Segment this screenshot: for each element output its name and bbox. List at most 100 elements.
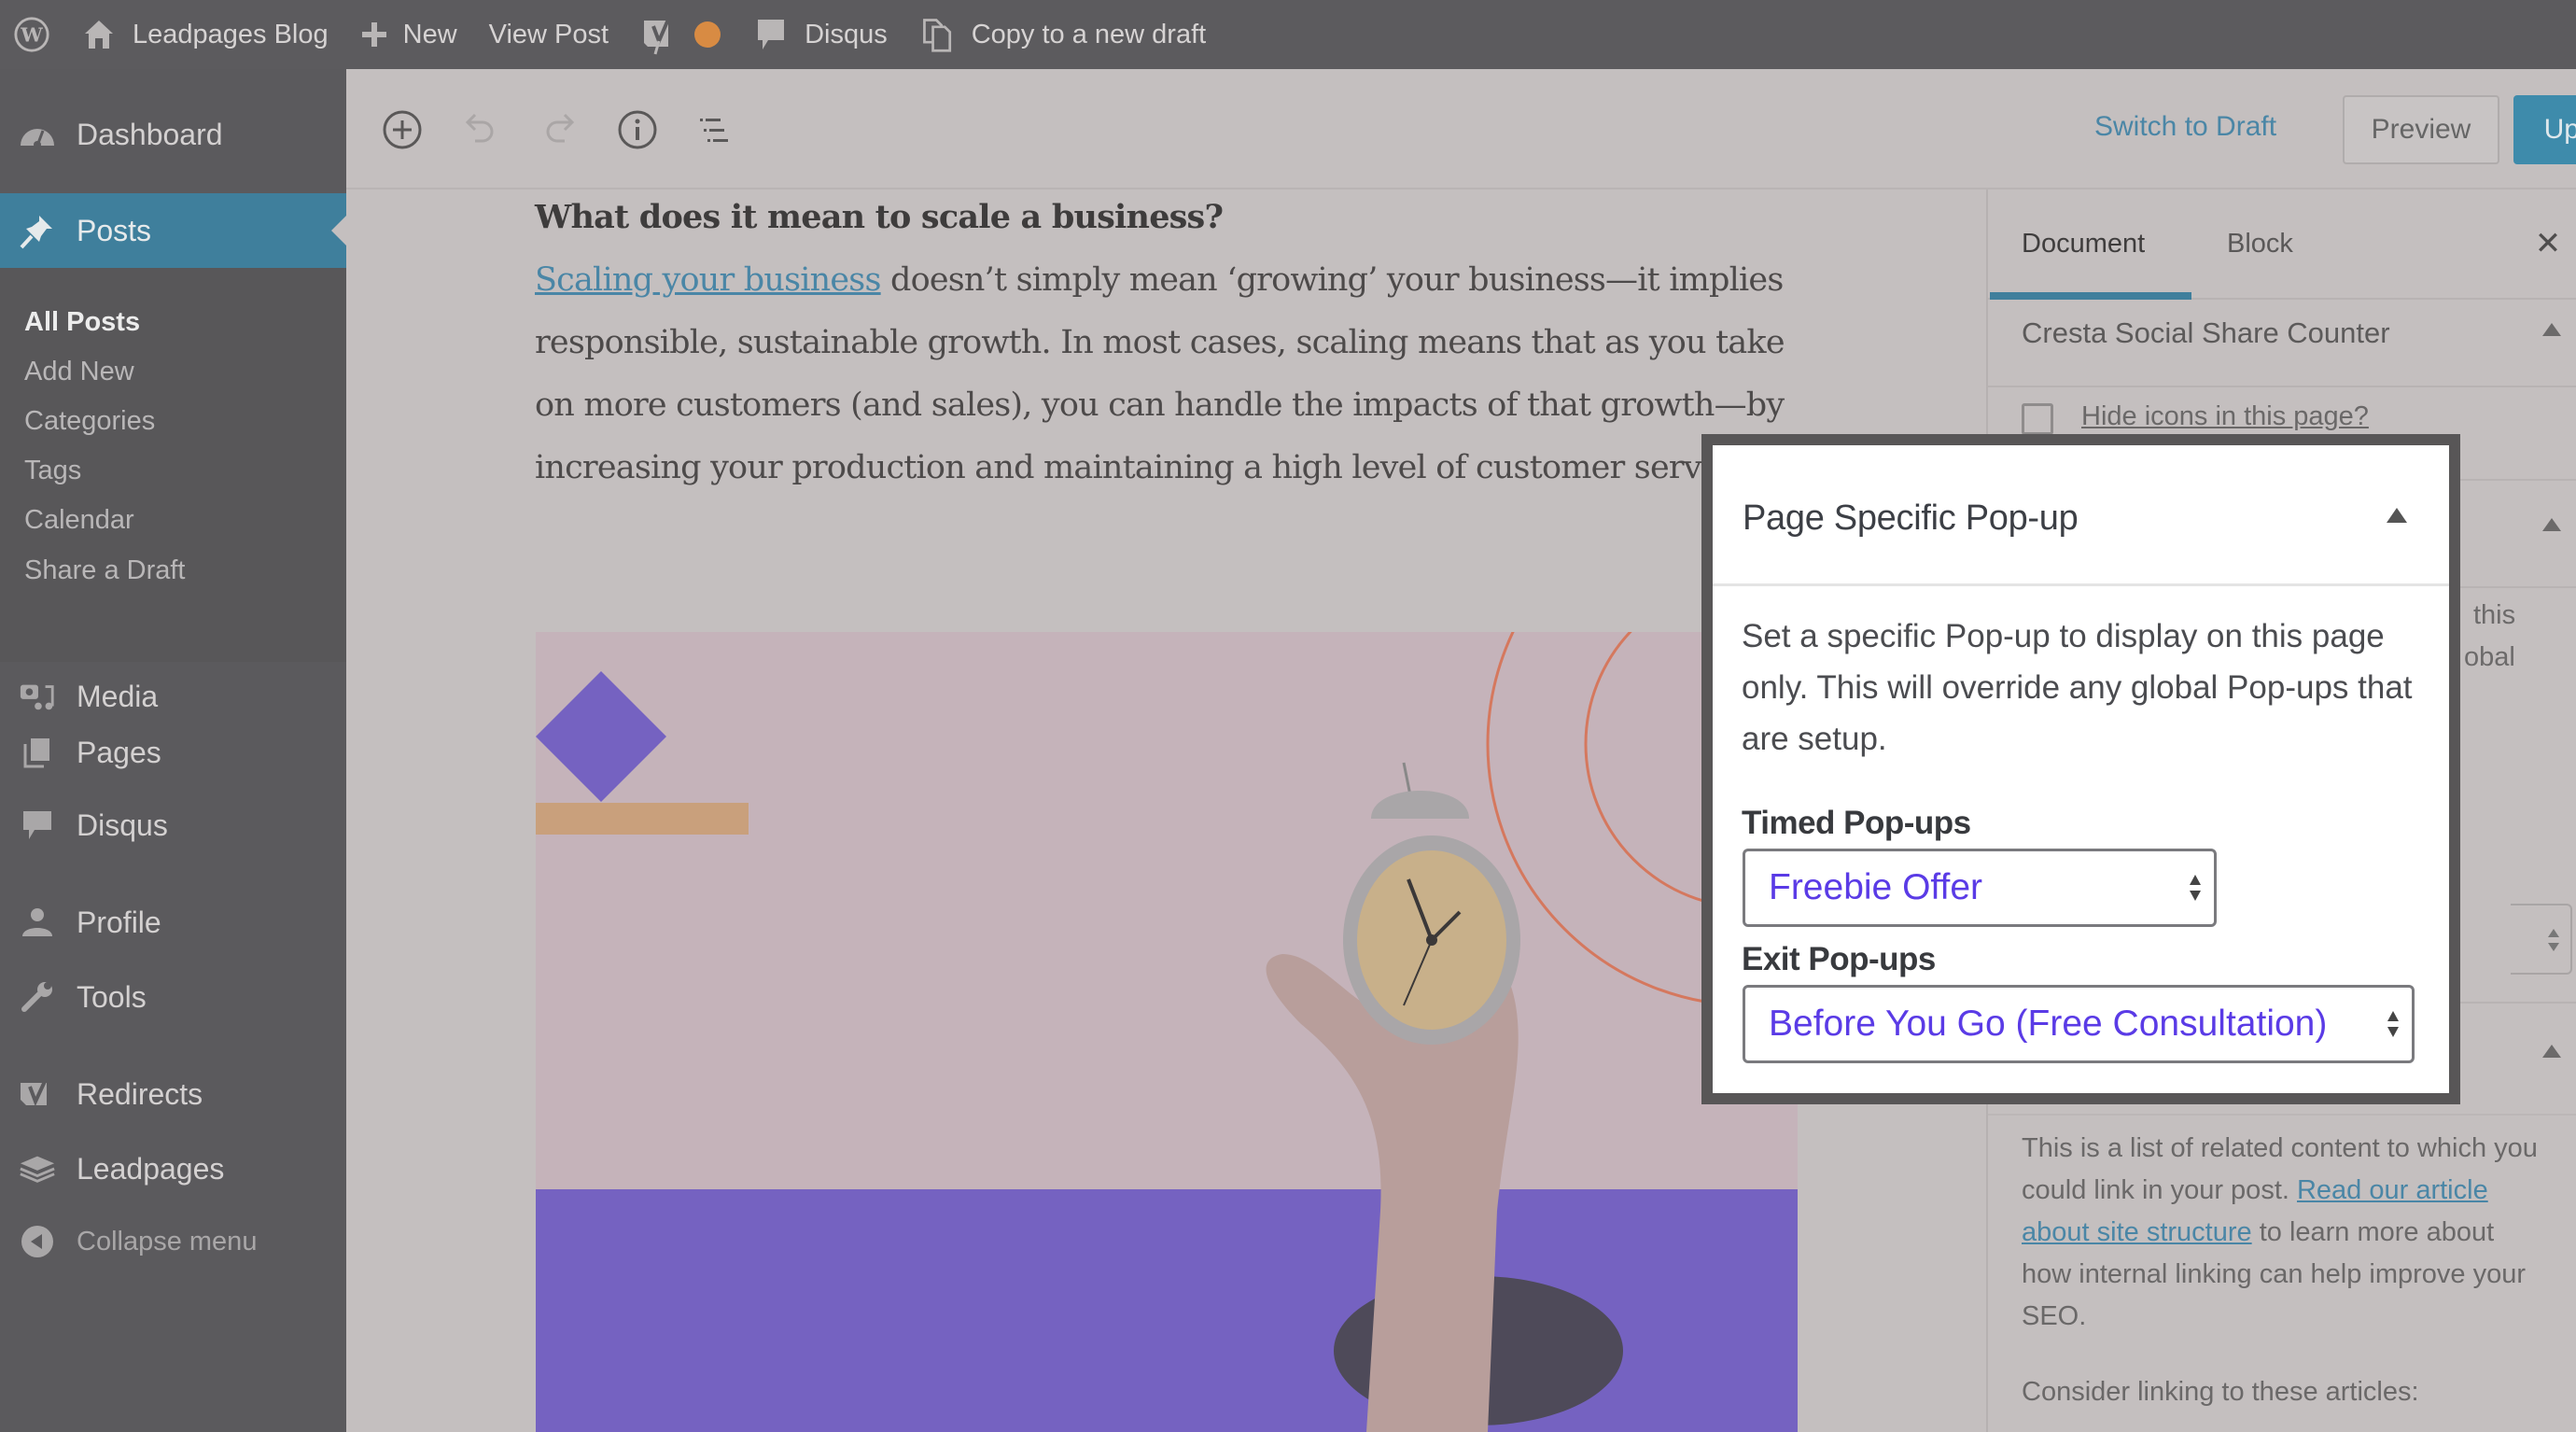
hide-icons-checkbox[interactable] xyxy=(2022,403,2053,435)
comment-icon xyxy=(19,807,56,844)
submenu-tags[interactable]: Tags xyxy=(24,456,81,486)
site-name-link[interactable]: Leadpages Blog xyxy=(80,0,329,69)
sidebar-item-media[interactable]: Media xyxy=(0,667,346,726)
collapse-menu-label: Collapse menu xyxy=(77,1226,258,1257)
yoast-seo-menu[interactable] xyxy=(640,0,721,69)
select-arrows-icon xyxy=(2548,929,2559,951)
obscured-text: obal xyxy=(2464,642,2515,672)
pin-icon xyxy=(19,212,56,249)
popup-panel-header[interactable]: Page Specific Pop-up xyxy=(1713,445,2449,586)
sidebar-item-label: Dashboard xyxy=(77,117,223,151)
sidebar-item-posts[interactable]: Posts xyxy=(0,193,346,268)
internal-linking-info: This is a list of related content to whi… xyxy=(2022,1133,2538,1331)
sidebar-item-label: Media xyxy=(77,679,159,713)
sidebar-item-redirects[interactable]: Redirects xyxy=(0,1064,346,1124)
hide-icons-label: Hide icons in this page? xyxy=(2081,401,2369,431)
update-button[interactable]: Update xyxy=(2513,95,2576,164)
disqus-link[interactable]: Disqus xyxy=(752,0,888,69)
preview-button[interactable]: Preview xyxy=(2343,95,2499,164)
copy-icon xyxy=(919,16,957,53)
info-icon[interactable] xyxy=(614,106,661,153)
close-icon[interactable]: ✕ xyxy=(2529,225,2567,262)
select-arrows-icon xyxy=(2387,1011,2399,1037)
sidebar-item-label: Leadpages xyxy=(77,1151,225,1186)
new-label: New xyxy=(402,19,457,49)
tab-document[interactable]: Document xyxy=(2022,229,2145,260)
sidebar-item-pages[interactable]: Pages xyxy=(0,723,346,782)
clock-hand-illustration xyxy=(1266,632,1798,1432)
wordpress-menu[interactable]: W xyxy=(13,0,50,69)
view-post-label: View Post xyxy=(488,19,609,49)
submenu-add-new[interactable]: Add New xyxy=(24,357,134,387)
copy-to-draft-link[interactable]: Copy to a new draft xyxy=(919,0,1206,69)
obscured-select[interactable] xyxy=(2511,904,2572,975)
sidebar-item-label: Tools xyxy=(77,979,147,1014)
exit-popups-label: Exit Pop-ups xyxy=(1742,941,1936,977)
view-post-link[interactable]: View Post xyxy=(489,0,609,69)
popup-description: Set a specific Pop-up to display on this… xyxy=(1742,618,2413,757)
panel-divider xyxy=(1988,386,2576,387)
exit-popups-select[interactable]: Before You Go (Free Consultation) xyxy=(1743,985,2415,1063)
page-specific-popup-panel: Page Specific Pop-up Set a specific Pop-… xyxy=(1701,434,2460,1104)
collapse-arrow-icon[interactable] xyxy=(2542,518,2561,531)
content-heading[interactable]: What does it mean to scale a business? xyxy=(535,198,1224,236)
collapse-arrow-icon[interactable] xyxy=(2542,1045,2561,1058)
featured-image-block[interactable] xyxy=(536,632,1798,1432)
admin-sidebar: Dashboard Posts All Posts Add New Catego… xyxy=(0,69,346,1432)
sidebar-item-disqus[interactable]: Disqus xyxy=(0,795,346,855)
sidebar-item-label: Redirects xyxy=(77,1076,203,1111)
cresta-panel-title[interactable]: Cresta Social Share Counter xyxy=(2022,316,2390,350)
site-name: Leadpages Blog xyxy=(133,19,329,49)
wrench-icon xyxy=(19,978,56,1016)
content-paragraph[interactable]: Scaling your business doesn’t simply mea… xyxy=(535,249,1785,499)
obscured-text: this xyxy=(2473,600,2516,630)
submenu-categories[interactable]: Categories xyxy=(24,406,155,437)
sidebar-tabs: Document Block ✕ xyxy=(1988,190,2576,300)
submenu-all-posts[interactable]: All Posts xyxy=(24,307,140,338)
active-indicator xyxy=(331,216,346,246)
submenu-share-a-draft[interactable]: Share a Draft xyxy=(24,555,185,586)
scaling-business-link[interactable]: Scaling your business xyxy=(535,261,881,299)
sidebar-item-leadpages[interactable]: Leadpages xyxy=(0,1139,346,1199)
sidebar-item-tools[interactable]: Tools xyxy=(0,967,346,1027)
collapse-arrow-icon xyxy=(19,1223,56,1260)
home-icon xyxy=(80,16,118,53)
wordpress-logo-icon: W xyxy=(13,16,50,53)
collapse-arrow-icon[interactable] xyxy=(2542,323,2561,336)
block-navigation-icon[interactable] xyxy=(692,106,738,153)
add-block-icon[interactable] xyxy=(379,106,426,153)
sidebar-item-profile[interactable]: Profile xyxy=(0,892,346,952)
dashboard-icon xyxy=(19,116,56,153)
svg-text:W: W xyxy=(20,23,43,47)
user-icon xyxy=(19,904,56,941)
submenu-calendar[interactable]: Calendar xyxy=(24,505,134,536)
sidebar-item-dashboard[interactable]: Dashboard xyxy=(0,97,346,172)
exit-popups-value: Before You Go (Free Consultation) xyxy=(1769,1004,2328,1044)
admin-bar: W Leadpages Blog New View Post Disqus Co… xyxy=(0,0,2576,69)
undo-icon[interactable] xyxy=(457,106,504,153)
pages-icon xyxy=(19,734,56,771)
tab-block[interactable]: Block xyxy=(2227,229,2293,260)
new-content-link[interactable]: New xyxy=(360,0,457,69)
yoast-icon xyxy=(640,14,678,55)
timed-popups-value: Freebie Offer xyxy=(1769,867,1983,907)
select-arrows-icon xyxy=(2190,875,2201,901)
consider-linking-text: Consider linking to these articles: xyxy=(2022,1377,2419,1407)
collapse-arrow-icon[interactable] xyxy=(2387,508,2407,523)
timed-popups-label: Timed Pop-ups xyxy=(1742,805,1971,841)
sidebar-item-label: Disqus xyxy=(77,807,168,842)
posts-submenu: All Posts Add New Categories Tags Calend… xyxy=(0,268,346,662)
collapse-menu-button[interactable]: Collapse menu xyxy=(0,1212,346,1271)
panel-divider xyxy=(1988,1114,2576,1116)
status-dot-icon xyxy=(694,21,721,48)
media-icon xyxy=(19,678,56,715)
layers-icon xyxy=(19,1150,56,1187)
disqus-label: Disqus xyxy=(805,19,888,49)
redo-icon[interactable] xyxy=(536,106,582,153)
plus-icon xyxy=(360,16,388,53)
sidebar-item-label: Posts xyxy=(77,213,152,247)
timed-popups-select[interactable]: Freebie Offer xyxy=(1743,849,2217,927)
sidebar-item-label: Pages xyxy=(77,735,161,769)
switch-to-draft-button[interactable]: Switch to Draft xyxy=(2094,111,2276,143)
editor-toolbar: Switch to Draft Preview Update xyxy=(346,69,2576,190)
